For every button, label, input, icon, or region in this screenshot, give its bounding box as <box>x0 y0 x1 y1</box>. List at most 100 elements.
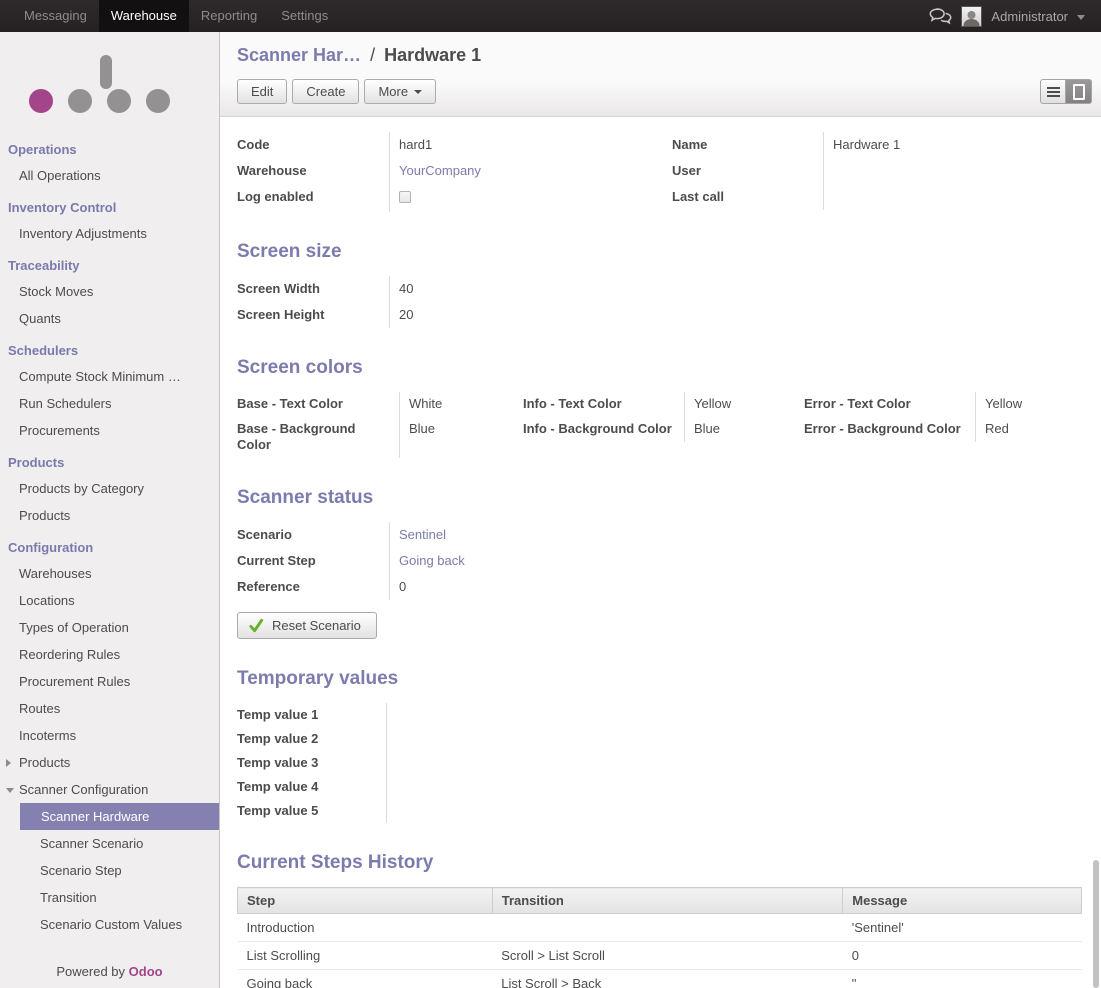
field-value-scenario: Sentinel <box>390 522 877 548</box>
sidebar-item-run-schedulers[interactable]: Run Schedulers <box>0 390 219 417</box>
list-view-icon[interactable] <box>1040 79 1066 104</box>
field-value-error-background-color: Red <box>976 417 1083 442</box>
sidebar-item-label: Products by Category <box>19 481 144 496</box>
checkbox-unchecked[interactable] <box>399 191 411 203</box>
chevron-down-icon[interactable] <box>1077 15 1085 20</box>
scrollbar-thumb[interactable] <box>1093 860 1099 988</box>
history-cell-transition: Scroll > List Scroll <box>492 942 843 970</box>
history-col-message[interactable]: Message <box>843 888 1082 914</box>
sidebar-item-label: Reordering Rules <box>19 647 120 662</box>
field-label-info-background-color: Info - Background Color <box>523 417 685 442</box>
sidebar-item-scanner-configuration[interactable]: Scanner Configuration <box>0 776 219 803</box>
general-fields: Codehard1WarehouseYourCompanyLog enabled… <box>237 132 1082 212</box>
sidebar-item-label: Scanner Configuration <box>19 782 148 797</box>
sidebar-item-quants[interactable]: Quants <box>0 305 219 332</box>
sidebar-item-procurement-rules[interactable]: Procurement Rules <box>0 668 219 695</box>
sidebar-item-scenario-step[interactable]: Scenario Step <box>0 857 219 884</box>
sidebar-item-warehouses[interactable]: Warehouses <box>0 560 219 587</box>
sidebar-item-label: Incoterms <box>19 728 76 743</box>
topbar-menus: MessagingWarehouseReportingSettings <box>12 0 340 32</box>
field-value-current-step: Going back <box>390 548 877 574</box>
odoo-brand-link[interactable]: Odoo <box>129 964 163 979</box>
chevron-right-icon[interactable] <box>6 759 11 767</box>
content-header: Scanner Har… / Hardware 1 Edit Create Mo… <box>220 32 1101 117</box>
field-link-warehouse[interactable]: YourCompany <box>399 163 481 178</box>
view-switcher <box>1040 79 1092 104</box>
topbar-menu-warehouse[interactable]: Warehouse <box>99 0 189 32</box>
sidebar-item-label: Products <box>19 508 70 523</box>
powered-by-text: Powered by <box>56 964 125 979</box>
edit-button[interactable]: Edit <box>237 79 287 104</box>
scanner-status-fields: ScenarioSentinelCurrent StepGoing backRe… <box>237 522 877 600</box>
sidebar-nav: OperationsAll OperationsInventory Contro… <box>0 131 219 938</box>
sidebar-item-transition[interactable]: Transition <box>0 884 219 911</box>
topbar-menu-settings[interactable]: Settings <box>269 0 340 32</box>
field-label-screen-height: Screen Height <box>237 302 390 328</box>
breadcrumb-separator: / <box>366 45 379 65</box>
field-label-warehouse: Warehouse <box>237 158 390 184</box>
general-fields-right: NameHardware 1UserLast call <box>672 132 1082 212</box>
sidebar-item-incoterms[interactable]: Incoterms <box>0 722 219 749</box>
field-label-screen-width: Screen Width <box>237 276 390 302</box>
action-button-row: Edit Create More <box>237 79 1092 104</box>
breadcrumb-current: Hardware 1 <box>384 45 481 65</box>
sidebar-item-label: Procurements <box>19 423 100 438</box>
sidebar-item-scanner-scenario[interactable]: Scanner Scenario <box>0 830 219 857</box>
field-value-name: Hardware 1 <box>824 132 1082 158</box>
sidebar-item-stock-moves[interactable]: Stock Moves <box>0 278 219 305</box>
sidebar-item-label: Procurement Rules <box>19 674 130 689</box>
history-header-row: StepTransitionMessage <box>238 888 1082 914</box>
reset-scenario-button[interactable]: Reset Scenario <box>237 612 377 639</box>
field-label-reference: Reference <box>237 574 390 600</box>
field-label-temp-value-5: Temp value 5 <box>237 799 387 823</box>
field-value-temp-value-5 <box>387 799 877 823</box>
sidebar-item-all-operations[interactable]: All Operations <box>0 162 219 189</box>
table-row[interactable]: List ScrollingScroll > List Scroll0 <box>238 942 1082 970</box>
field-label-scenario: Scenario <box>237 522 390 548</box>
field-link-current-step[interactable]: Going back <box>399 553 465 568</box>
sidebar-item-inventory-adjustments[interactable]: Inventory Adjustments <box>0 220 219 247</box>
table-row[interactable]: Going backList Scroll > Back" <box>238 970 1082 988</box>
sidebar-item-label: Types of Operation <box>19 620 129 635</box>
sidebar-item-locations[interactable]: Locations <box>0 587 219 614</box>
sidebar-item-label: Transition <box>40 890 97 905</box>
sidebar-item-compute-stock-minimum[interactable]: Compute Stock Minimum … <box>0 363 219 390</box>
history-cell-step: Going back <box>238 970 493 988</box>
history-col-transition[interactable]: Transition <box>492 888 843 914</box>
more-button-label: More <box>378 84 408 99</box>
user-menu-label[interactable]: Administrator <box>991 9 1068 24</box>
sidebar-item-procurements[interactable]: Procurements <box>0 417 219 444</box>
field-label-error-background-color: Error - Background Color <box>804 417 976 442</box>
sidebar-item-products[interactable]: Products <box>0 749 219 776</box>
field-value-screen-height: 20 <box>390 302 877 328</box>
chevron-down-icon[interactable] <box>6 788 14 793</box>
sidebar-item-label: Inventory Adjustments <box>19 226 147 241</box>
current-steps-history-table: StepTransitionMessage Introduction'Senti… <box>237 887 1082 988</box>
sidebar-item-reordering-rules[interactable]: Reordering Rules <box>0 641 219 668</box>
breadcrumb-parent[interactable]: Scanner Har… <box>237 45 361 65</box>
topbar-menu-messaging[interactable]: Messaging <box>12 0 99 32</box>
sidebar-item-products[interactable]: Products <box>0 502 219 529</box>
logo-ring <box>68 89 92 113</box>
chat-bubbles-icon[interactable] <box>929 8 952 25</box>
topbar-menu-reporting[interactable]: Reporting <box>189 0 269 32</box>
history-col-step[interactable]: Step <box>238 888 493 914</box>
sidebar-item-label: Scenario Step <box>40 863 122 878</box>
screen-size-fields: Screen Width40Screen Height20 <box>237 276 877 328</box>
sidebar-item-routes[interactable]: Routes <box>0 695 219 722</box>
history-cell-transition: List Scroll > Back <box>492 970 843 988</box>
field-value-base-background-color: Blue <box>400 417 510 458</box>
sidebar-item-scanner-hardware[interactable]: Scanner Hardware <box>20 803 219 830</box>
avatar[interactable] <box>961 6 982 27</box>
field-link-scenario[interactable]: Sentinel <box>399 527 446 542</box>
table-row[interactable]: Introduction'Sentinel' <box>238 914 1082 942</box>
sidebar-item-products-by-category[interactable]: Products by Category <box>0 475 219 502</box>
sidebar-item-types-of-operation[interactable]: Types of Operation <box>0 614 219 641</box>
form-view-icon[interactable] <box>1066 79 1092 104</box>
reset-scenario-label: Reset Scenario <box>272 618 361 633</box>
sidebar-item-scenario-custom-values[interactable]: Scenario Custom Values <box>0 911 219 938</box>
history-cell-step: Introduction <box>238 914 493 942</box>
more-button[interactable]: More <box>364 79 436 104</box>
create-button[interactable]: Create <box>292 79 359 104</box>
section-title-temporary-values: Temporary values <box>237 668 1082 690</box>
